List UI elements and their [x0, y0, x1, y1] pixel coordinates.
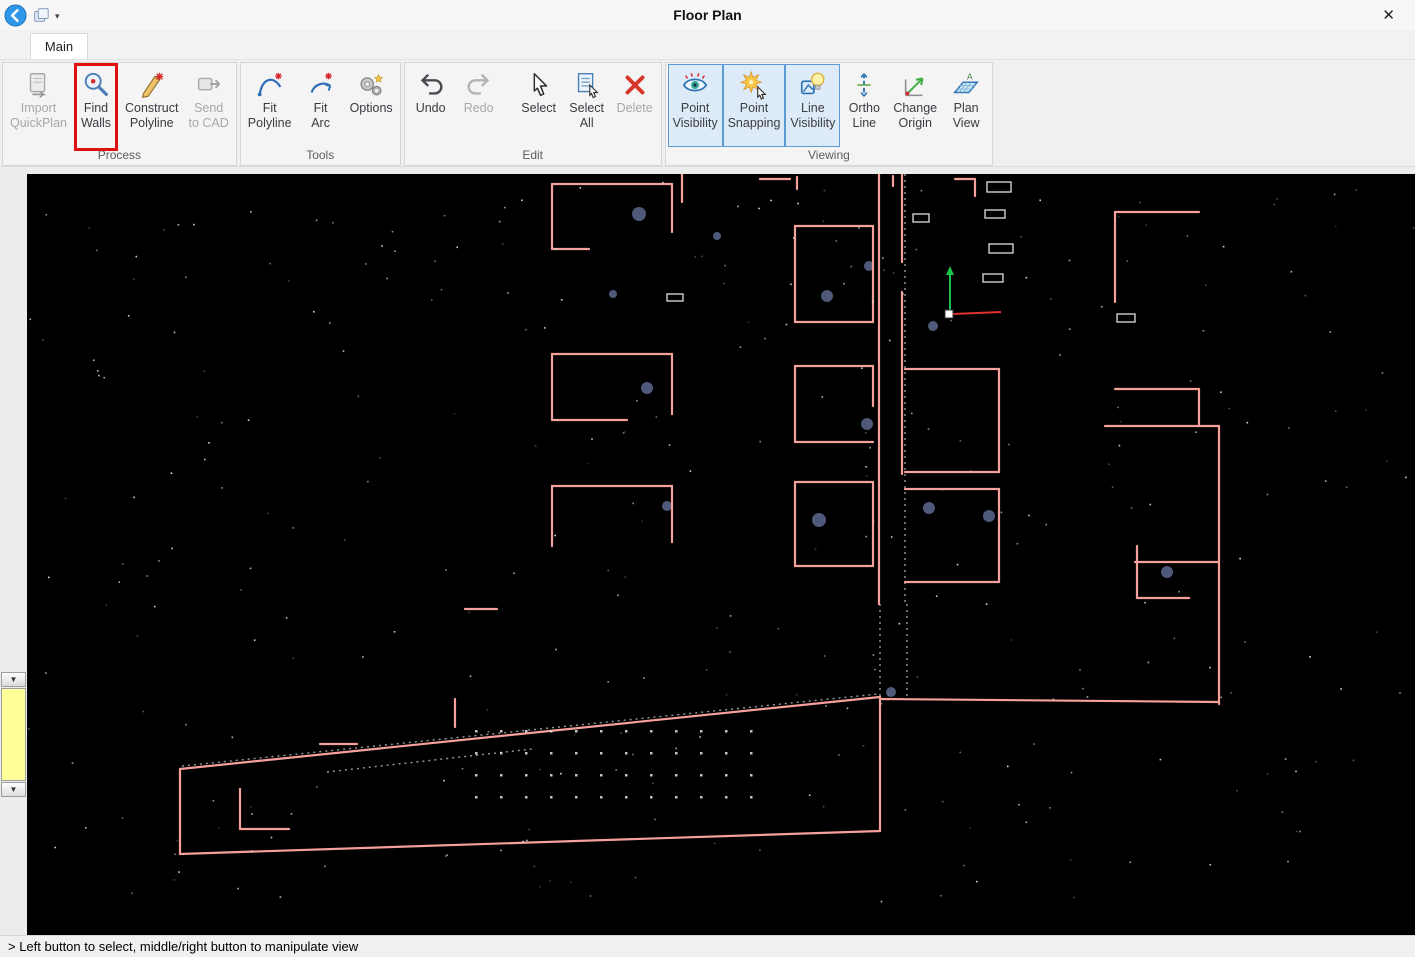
button-label: Fit	[314, 101, 328, 116]
ribbon-group-label: Viewing	[666, 148, 992, 165]
button-label: Import	[21, 101, 56, 116]
button-label: Visibility	[673, 116, 718, 131]
ribbon-group-label: Edit	[405, 148, 661, 165]
point-snapping-button[interactable]: Point Snapping	[723, 64, 786, 147]
delete-icon	[619, 69, 651, 101]
ribbon: Import QuickPlan Find Walls Construct	[0, 60, 1415, 167]
fit-arc-button[interactable]: Fit Arc	[297, 64, 345, 147]
redo-icon	[463, 69, 495, 101]
ribbon-group-process: Import QuickPlan Find Walls Construct	[2, 62, 237, 166]
button-label: Fit	[263, 101, 277, 116]
quick-access-dropdown-icon[interactable]: ▾	[55, 10, 60, 21]
button-label: Point	[681, 101, 710, 116]
find-walls-button[interactable]: Find Walls	[72, 64, 120, 147]
left-panel: ▼ ▼	[0, 167, 27, 935]
button-label: to CAD	[188, 116, 228, 131]
viewport	[27, 167, 1415, 935]
change-origin-button[interactable]: Change Origin	[888, 64, 942, 147]
ortho-line-icon	[848, 69, 880, 101]
fit-polyline-icon	[254, 69, 286, 101]
undo-button[interactable]: Undo	[407, 64, 455, 147]
window-title: Floor Plan	[673, 7, 741, 23]
ribbon-group-viewing: Point Visibility Point Snapping Line Vis…	[665, 62, 993, 166]
select-all-button[interactable]: Select All	[563, 64, 611, 147]
button-label: Options	[350, 101, 393, 116]
layers-icon[interactable]	[32, 6, 50, 24]
point-visibility-icon	[679, 69, 711, 101]
scroll-button-top[interactable]: ▼	[1, 672, 26, 687]
options-icon	[355, 69, 387, 101]
button-label: Select	[521, 101, 556, 116]
ribbon-group-label: Process	[3, 148, 236, 165]
button-label: Point	[740, 101, 769, 116]
button-label: Snapping	[728, 116, 781, 131]
button-label: Send	[194, 101, 223, 116]
options-button[interactable]: Options	[345, 64, 398, 147]
floor-plan-canvas[interactable]	[27, 174, 1415, 935]
button-label: Construct	[125, 101, 179, 116]
plan-view-button[interactable]: A Plan View	[942, 64, 990, 147]
scroll-button-bottom[interactable]: ▼	[1, 782, 26, 797]
delete-button[interactable]: Delete	[611, 64, 659, 147]
fit-arc-icon	[305, 69, 337, 101]
point-visibility-button[interactable]: Point Visibility	[668, 64, 723, 147]
titlebar: ▾ Floor Plan ✕	[0, 0, 1415, 30]
tab-main[interactable]: Main	[30, 33, 88, 59]
button-label: Change	[893, 101, 937, 116]
button-label: Plan	[954, 101, 979, 116]
ribbon-group-tools: Fit Polyline Fit Arc Options	[240, 62, 401, 166]
find-walls-icon	[80, 69, 112, 101]
construct-polyline-button[interactable]: Construct Polyline	[120, 64, 184, 147]
import-quickplan-icon	[22, 69, 54, 101]
select-button[interactable]: Select	[515, 64, 563, 147]
status-bar: > Left button to select, middle/right bu…	[0, 935, 1415, 957]
redo-button[interactable]: Redo	[455, 64, 503, 147]
button-label: Visibility	[790, 116, 835, 131]
button-label: Walls	[81, 116, 111, 131]
plan-view-icon: A	[950, 69, 982, 101]
button-label: Redo	[464, 101, 494, 116]
button-label: QuickPlan	[10, 116, 67, 131]
button-label: Line	[853, 116, 877, 131]
send-to-cad-icon	[193, 69, 225, 101]
fit-polyline-button[interactable]: Fit Polyline	[243, 64, 297, 147]
line-visibility-icon	[797, 69, 829, 101]
button-label: Find	[84, 101, 108, 116]
send-to-cad-button[interactable]: Send to CAD	[183, 64, 233, 147]
button-label: Ortho	[849, 101, 880, 116]
select-icon	[523, 69, 555, 101]
line-visibility-button[interactable]: Line Visibility	[785, 64, 840, 147]
app-window: ▾ Floor Plan ✕ Main Import QuickPlan	[0, 0, 1415, 957]
button-label: Delete	[617, 101, 653, 116]
construct-polyline-icon	[136, 69, 168, 101]
button-label: Origin	[899, 116, 932, 131]
undo-icon	[415, 69, 447, 101]
select-all-icon	[571, 69, 603, 101]
tab-bar: Main	[0, 30, 1415, 60]
status-message: > Left button to select, middle/right bu…	[8, 939, 358, 954]
button-label: Undo	[416, 101, 446, 116]
color-swatch[interactable]	[1, 688, 26, 781]
button-label: Polyline	[248, 116, 292, 131]
button-label: Line	[801, 101, 825, 116]
ribbon-group-label: Tools	[241, 148, 400, 165]
ortho-line-button[interactable]: Ortho Line	[840, 64, 888, 147]
button-label: Select	[569, 101, 604, 116]
change-origin-icon	[899, 69, 931, 101]
point-snapping-icon	[738, 69, 770, 101]
svg-text:A: A	[967, 71, 973, 81]
import-quickplan-button[interactable]: Import QuickPlan	[5, 64, 72, 147]
close-button[interactable]: ✕	[1376, 4, 1401, 26]
ribbon-group-edit: Undo Redo Select	[404, 62, 662, 166]
button-label: All	[580, 116, 594, 131]
button-label: Polyline	[130, 116, 174, 131]
back-button[interactable]	[4, 4, 27, 27]
button-label: View	[953, 116, 980, 131]
button-label: Arc	[311, 116, 330, 131]
